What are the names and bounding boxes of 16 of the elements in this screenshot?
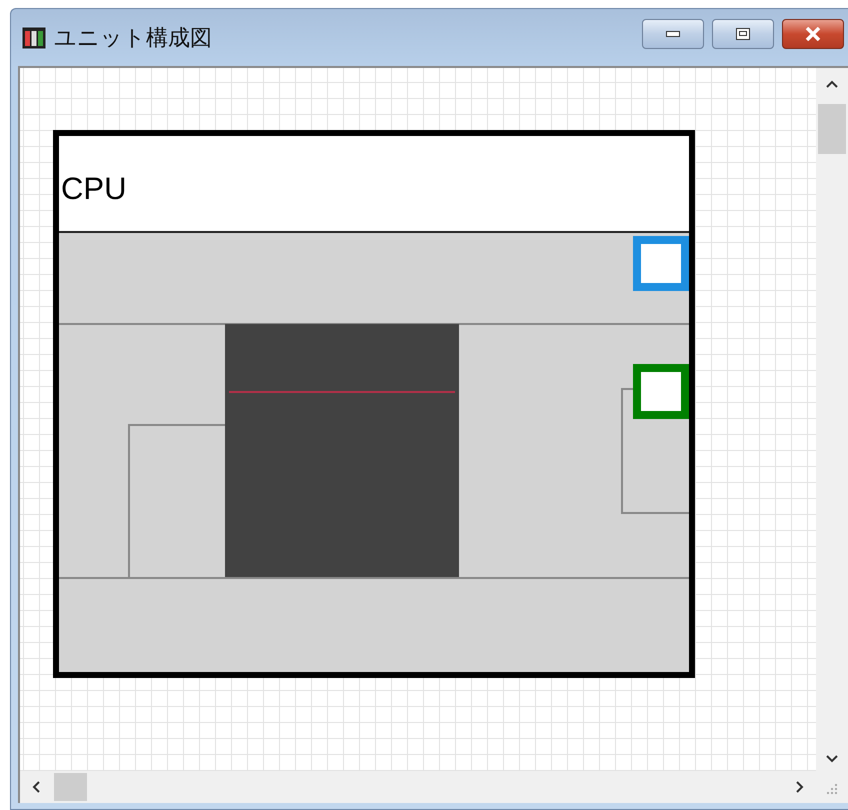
scroll-right-icon[interactable] xyxy=(796,781,804,793)
scroll-down-icon[interactable] xyxy=(826,755,838,763)
maximize-button[interactable] xyxy=(712,19,774,49)
scroll-thumb[interactable] xyxy=(818,104,846,154)
resize-grip-icon[interactable] xyxy=(826,783,838,795)
minimize-button[interactable] xyxy=(642,19,704,49)
minimize-icon xyxy=(666,31,680,37)
close-button[interactable] xyxy=(782,19,844,49)
app-icon xyxy=(22,26,46,48)
scroll-up-icon[interactable] xyxy=(826,80,838,88)
window-title: ユニット構成図 xyxy=(54,24,212,52)
maximize-icon xyxy=(736,28,750,40)
close-icon xyxy=(805,27,821,41)
unit-label: CPU xyxy=(61,172,126,206)
scroll-left-icon[interactable] xyxy=(32,781,40,793)
scroll-thumb[interactable] xyxy=(54,773,87,801)
